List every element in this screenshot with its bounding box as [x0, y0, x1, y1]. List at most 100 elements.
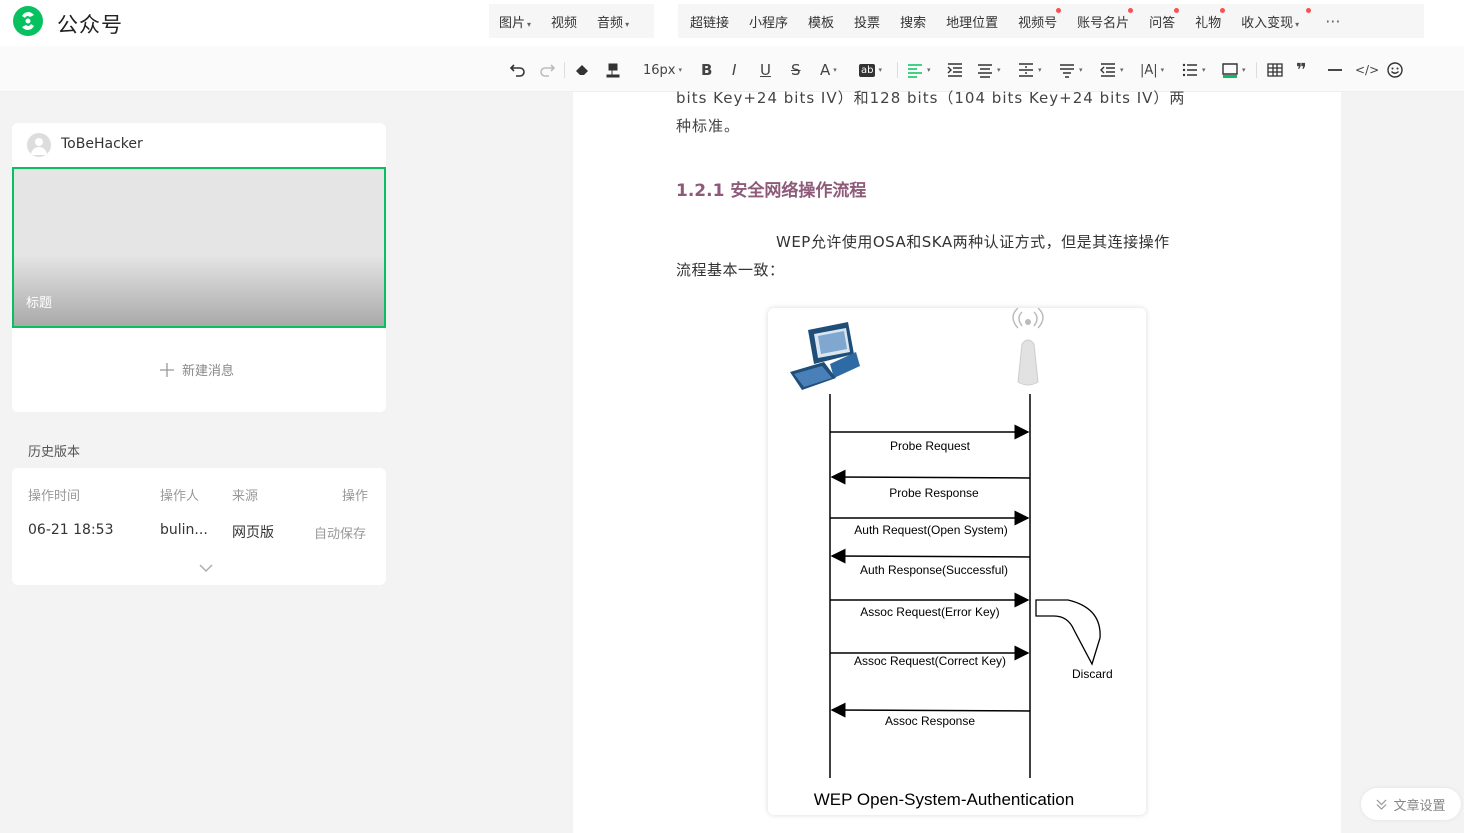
avatar	[27, 133, 51, 157]
bold-button[interactable]: B	[701, 60, 712, 80]
menu-template[interactable]: 模板	[798, 12, 844, 31]
menu-qa[interactable]: 问答	[1139, 7, 1185, 31]
font-size-select[interactable]: 16px ▾	[643, 60, 682, 80]
message-auth-request: Auth Request(Open System)	[830, 510, 1030, 537]
format-painter-button[interactable]	[604, 60, 622, 80]
quote-button[interactable]: ❞	[1296, 60, 1307, 81]
table-icon	[1267, 63, 1283, 77]
italic-button[interactable]: I	[732, 60, 736, 80]
paragraph-body-line2: 流程基本一致：	[676, 261, 785, 279]
history-header-time: 操作时间	[28, 489, 81, 504]
paragraph-body[interactable]: WEP允许使用OSA和SKA两种认证方式，但是其连接操作 流程基本一致：	[676, 228, 1236, 284]
letter-spacing-icon: |A|	[1140, 62, 1158, 78]
new-message-label: 新建消息	[182, 364, 235, 379]
underline-icon: U	[760, 61, 771, 79]
svg-text:Assoc Response: Assoc Response	[885, 714, 975, 728]
message-probe-request: Probe Request	[830, 424, 1030, 453]
emoji-button[interactable]	[1386, 60, 1404, 80]
code-button[interactable]: </>	[1355, 60, 1379, 80]
bullet-list-icon	[1182, 63, 1197, 77]
outdent-button[interactable]: ▾	[1099, 60, 1124, 80]
line-height-icon	[1060, 64, 1074, 78]
new-message-button[interactable]: 新建消息	[160, 360, 234, 379]
letter-spacing-button[interactable]: |A| ▾	[1140, 60, 1164, 80]
svg-text:Discard: Discard	[1072, 667, 1113, 681]
history-row-source: 网页版	[232, 525, 274, 541]
menu-gift[interactable]: 礼物	[1185, 7, 1231, 31]
discard-loop: Discard	[1035, 599, 1113, 681]
section-heading[interactable]: 1.2.1 安全网络操作流程	[676, 176, 866, 201]
menu-monetize[interactable]: 收入变现 ▾	[1231, 7, 1312, 31]
history-header-source: 来源	[232, 489, 259, 504]
top-bar: 公众号 图片 ▾ 视频 音频 ▾ 超链接 小程序 模板 投票 搜索 地理位置 视频号…	[0, 0, 1464, 46]
diagram-caption: WEP Open-System-Authentication	[813, 790, 1075, 809]
undo-button[interactable]	[509, 60, 527, 80]
justify-button[interactable]: ▾	[976, 60, 1001, 80]
svg-text:Auth Response(Successful): Auth Response(Successful)	[860, 563, 1008, 577]
history-row-operator: bulin...	[160, 522, 208, 538]
code-icon: </>	[1355, 63, 1380, 77]
message-assoc-request-error: Assoc Request(Error Key)	[830, 592, 1030, 619]
more-menu-button[interactable]: ···	[1315, 12, 1350, 31]
double-chevron-down-icon	[1376, 798, 1387, 810]
wechat-mp-logo-icon[interactable]	[12, 5, 44, 37]
chevron-down-icon[interactable]	[199, 563, 213, 573]
svg-text:Assoc Request(Correct Key): Assoc Request(Correct Key)	[854, 654, 1006, 668]
border-color-button[interactable]: ▾	[1221, 60, 1246, 80]
svg-text:Probe Request: Probe Request	[890, 439, 971, 453]
history-row-time: 06-21 18:53	[28, 522, 114, 538]
history-header-operator: 操作人	[160, 489, 200, 504]
strikethrough-button[interactable]: S	[791, 60, 801, 80]
list-button[interactable]: ▾	[1181, 60, 1206, 80]
paragraph-spacing-icon	[1019, 63, 1033, 77]
redo-icon	[540, 64, 556, 77]
indent-button[interactable]	[946, 60, 964, 80]
history-title: 历史版本	[28, 445, 81, 460]
paragraph-top-line2: 种标准。	[676, 117, 741, 135]
paragraph-top-line1: bits Key+24 bits IV）和128 bits（104 bits K…	[676, 89, 1186, 107]
cover-title[interactable]: 标题	[26, 292, 52, 311]
align-button[interactable]: ▾	[906, 60, 931, 80]
menu-video[interactable]: 视频	[541, 12, 587, 31]
article-cover[interactable]	[12, 167, 386, 328]
eraser-icon	[576, 65, 588, 75]
line-height-button[interactable]: ▾	[1058, 60, 1083, 80]
font-color-button[interactable]: A ▾	[820, 60, 837, 80]
justify-icon	[978, 64, 992, 78]
menu-location[interactable]: 地理位置	[936, 12, 1008, 31]
svg-text:Assoc Request(Error Key): Assoc Request(Error Key)	[860, 605, 999, 619]
menu-hyperlink[interactable]: 超链接	[680, 12, 739, 31]
brand-title: 公众号	[57, 13, 123, 37]
menu-image[interactable]: 图片 ▾	[489, 12, 541, 31]
menu-vote[interactable]: 投票	[844, 12, 890, 31]
menu-mini-program[interactable]: 小程序	[739, 12, 798, 31]
new-dot	[1128, 7, 1134, 13]
menu-search[interactable]: 搜索	[890, 12, 936, 31]
border-icon	[1222, 63, 1238, 78]
paragraph-top[interactable]: bits Key+24 bits IV）和128 bits（104 bits K…	[676, 84, 1236, 140]
article-settings-button[interactable]: 文章设置	[1361, 788, 1461, 820]
message-probe-response: Probe Response	[830, 469, 1031, 500]
clear-format-button[interactable]	[573, 60, 591, 80]
underline-button[interactable]: U	[760, 60, 771, 80]
account-name: ToBeHacker	[61, 136, 143, 152]
italic-icon: I	[732, 61, 737, 79]
divider-button[interactable]	[1326, 60, 1344, 80]
new-dot	[1306, 7, 1312, 13]
format-painter-icon	[606, 63, 620, 78]
outdent-icon	[1100, 63, 1115, 77]
insert-menu-group: 超链接 小程序 模板 投票 搜索 地理位置 视频号 账号名片 问答 礼物 收入变…	[678, 4, 1424, 38]
background-color-icon: ab	[859, 63, 876, 77]
menu-account-card[interactable]: 账号名片	[1067, 7, 1139, 31]
emoji-icon	[1387, 62, 1403, 78]
paragraph-spacing-button[interactable]: ▾	[1017, 60, 1042, 80]
menu-channels[interactable]: 视频号	[1008, 7, 1067, 31]
svg-text:Probe Response: Probe Response	[889, 486, 979, 500]
paragraph-body-line1: WEP允许使用OSA和SKA两种认证方式，但是其连接操作	[776, 233, 1170, 251]
history-row-action[interactable]: 自动保存	[314, 523, 366, 542]
message-auth-response: Auth Response(Successful)	[830, 548, 1031, 577]
table-button[interactable]	[1266, 60, 1284, 80]
redo-button[interactable]	[538, 60, 556, 80]
menu-audio[interactable]: 音频 ▾	[587, 12, 639, 31]
background-color-button[interactable]: ab ▾	[859, 60, 882, 80]
